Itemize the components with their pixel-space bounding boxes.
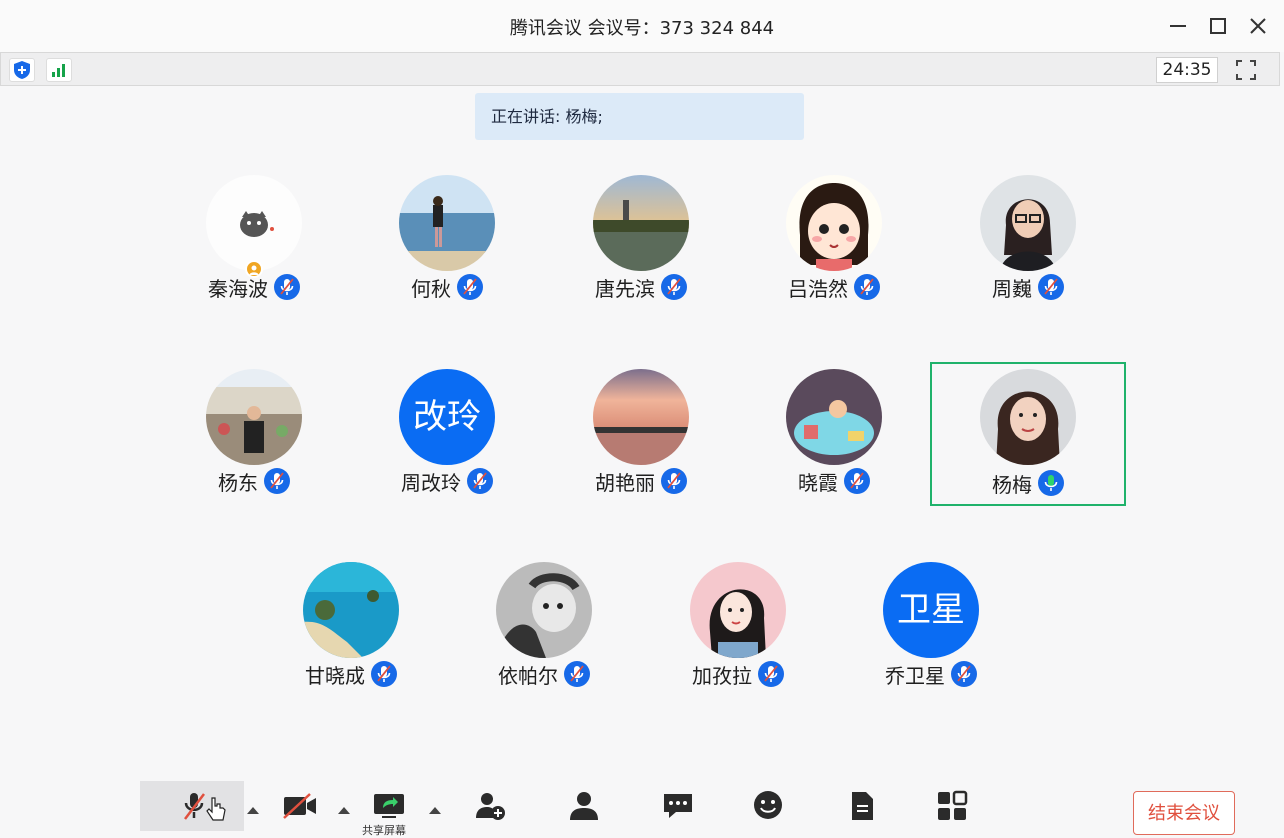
participant-name: 周改玲 (401, 470, 461, 495)
avatar (206, 175, 302, 271)
avatar (980, 175, 1076, 271)
participant-name-row: 依帕尔 (446, 660, 642, 688)
avatar (593, 175, 689, 271)
mute-options-caret-icon[interactable] (246, 800, 260, 814)
participant-name-row: 周改玲 (349, 467, 545, 495)
mic-muted-icon (371, 661, 397, 687)
participant-tile[interactable]: 杨梅 (930, 362, 1126, 506)
participant-name: 吕浩然 (788, 276, 848, 301)
share-screen-button[interactable] (366, 778, 406, 828)
avatar (303, 562, 399, 658)
participant-name: 秦海波 (208, 276, 268, 301)
avatar (786, 369, 882, 465)
share-options-caret-icon[interactable] (428, 800, 442, 814)
end-meeting-button[interactable]: 结束会议 (1133, 791, 1235, 835)
avatar (593, 369, 689, 465)
close-icon[interactable] (1246, 14, 1270, 38)
avatar (399, 175, 495, 271)
fullscreen-icon[interactable] (1235, 59, 1257, 81)
participant-tile[interactable]: 秦海波 (156, 161, 352, 305)
participant-name-row: 秦海波 (156, 273, 352, 301)
participant-name-row: 何秋 (349, 273, 545, 301)
participant-tile[interactable]: 卫星 乔卫星 (833, 548, 1029, 692)
participant-name-row: 胡艳丽 (543, 467, 739, 495)
participant-name-row: 杨东 (156, 467, 352, 495)
chat-button[interactable] (656, 778, 696, 828)
participant-tile[interactable]: 甘晓成 (253, 548, 449, 692)
participant-name: 加孜拉 (692, 663, 752, 688)
participant-name: 胡艳丽 (595, 470, 655, 495)
info-bar: 24:35 (0, 52, 1280, 86)
participant-name: 甘晓成 (305, 663, 365, 688)
minimize-icon[interactable] (1166, 14, 1190, 38)
apps-button[interactable] (930, 778, 970, 828)
participant-tile[interactable]: 依帕尔 (446, 548, 642, 692)
mic-muted-icon (758, 661, 784, 687)
avatar (980, 369, 1076, 465)
signal-strength-icon[interactable] (46, 58, 72, 82)
participants-button[interactable] (562, 778, 602, 828)
participant-tile[interactable]: 周巍 (930, 161, 1126, 305)
participant-tile[interactable]: 晓霞 (736, 355, 932, 499)
avatar (206, 369, 302, 465)
mic-muted-icon (264, 468, 290, 494)
mic-muted-icon (951, 661, 977, 687)
participant-name: 乔卫星 (885, 663, 945, 688)
speaking-indicator: 正在讲话: 杨梅; (475, 93, 804, 140)
participant-tile[interactable]: 胡艳丽 (543, 355, 739, 499)
participant-name-row: 杨梅 (932, 469, 1124, 497)
participant-tile[interactable]: 加孜拉 (640, 548, 836, 692)
mic-muted-icon (1038, 274, 1064, 300)
participant-name: 杨东 (218, 470, 258, 495)
participant-name-row: 加孜拉 (640, 660, 836, 688)
participant-name: 依帕尔 (498, 663, 558, 688)
avatar (786, 175, 882, 271)
avatar (496, 562, 592, 658)
mic-active-icon (1038, 470, 1064, 496)
bottom-toolbar: 共享屏幕 结束会议 (0, 778, 1284, 837)
mic-muted-icon (661, 468, 687, 494)
participant-tile[interactable]: 唐先滨 (543, 161, 739, 305)
participant-name: 唐先滨 (595, 276, 655, 301)
participant-name: 何秋 (411, 276, 451, 301)
reactions-button[interactable] (746, 778, 786, 828)
mic-muted-icon (274, 274, 300, 300)
invite-button[interactable] (468, 778, 508, 828)
avatar (690, 562, 786, 658)
participant-name: 周巍 (992, 276, 1032, 301)
participant-tile[interactable]: 杨东 (156, 355, 352, 499)
security-shield-icon[interactable] (9, 58, 35, 82)
pointer-cursor-icon (206, 796, 228, 826)
documents-button[interactable] (840, 778, 880, 828)
participant-tile[interactable]: 改玲 周改玲 (349, 355, 545, 499)
avatar: 卫星 (883, 562, 979, 658)
mic-muted-icon (661, 274, 687, 300)
participant-name-row: 吕浩然 (736, 273, 932, 301)
mic-muted-icon (564, 661, 590, 687)
mic-muted-icon (457, 274, 483, 300)
participant-name-row: 唐先滨 (543, 273, 739, 301)
participant-name-row: 晓霞 (736, 467, 932, 495)
participant-tile[interactable]: 吕浩然 (736, 161, 932, 305)
participant-name-row: 周巍 (930, 273, 1126, 301)
participant-name-row: 乔卫星 (833, 660, 1029, 688)
mic-muted-icon (844, 468, 870, 494)
participant-name: 晓霞 (798, 470, 838, 495)
maximize-icon[interactable] (1206, 14, 1230, 38)
video-button[interactable] (276, 778, 316, 828)
title-bar: 腾讯会议 会议号：373 324 844 (0, 0, 1284, 52)
window-title: 腾讯会议 会议号：373 324 844 (509, 18, 775, 39)
avatar: 改玲 (399, 369, 495, 465)
share-screen-label: 共享屏幕 (362, 824, 406, 837)
video-options-caret-icon[interactable] (337, 800, 351, 814)
mic-muted-icon (854, 274, 880, 300)
participant-name: 杨梅 (992, 472, 1032, 497)
participant-tile[interactable]: 何秋 (349, 161, 545, 305)
participant-name-row: 甘晓成 (253, 660, 449, 688)
mic-muted-icon (467, 468, 493, 494)
meeting-timer: 24:35 (1156, 57, 1218, 83)
